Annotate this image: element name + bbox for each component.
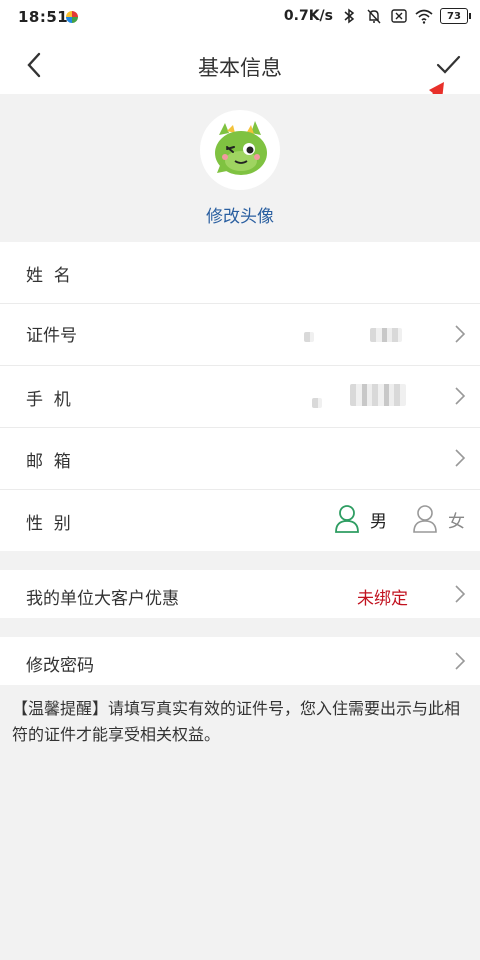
id-number-redacted <box>370 328 402 342</box>
name-row[interactable]: 姓 名 <box>0 242 480 304</box>
id-number-label: 证件号 <box>26 326 77 346</box>
name-label: 姓 名 <box>26 266 71 286</box>
gender-option-male[interactable]: 男 <box>334 504 387 534</box>
corporate-discount-row[interactable]: 我的单位大客户优惠 未绑定 <box>0 570 480 618</box>
id-number-redacted <box>304 332 314 342</box>
dragon-avatar-icon <box>215 121 267 175</box>
mute-bell-icon <box>367 9 381 24</box>
id-number-row[interactable]: 证件号 <box>0 304 480 366</box>
gender-option-female[interactable]: 女 <box>412 504 465 534</box>
email-row[interactable]: 邮 箱 <box>0 428 480 490</box>
gender-female-label: 女 <box>448 511 465 532</box>
confirm-check-icon[interactable] <box>434 50 462 78</box>
phone-redacted <box>312 398 322 408</box>
profile-form: 姓 名 证件号 手 机 邮 箱 性 别 男 女 <box>0 242 480 551</box>
corporate-status: 未绑定 <box>357 589 408 609</box>
change-password-label: 修改密码 <box>26 656 94 676</box>
phone-row[interactable]: 手 机 <box>0 366 480 428</box>
corporate-section: 我的单位大客户优惠 未绑定 <box>0 570 480 618</box>
chevron-right-icon <box>455 585 466 603</box>
male-person-icon <box>335 505 359 533</box>
network-speed: 0.7K/s <box>283 8 333 24</box>
change-password-row[interactable]: 修改密码 <box>0 637 480 685</box>
avatar-section: 修改头像 <box>0 94 480 242</box>
email-label: 邮 箱 <box>26 452 71 472</box>
chevron-right-icon <box>455 387 466 405</box>
phone-label: 手 机 <box>26 390 71 410</box>
status-bar: 18:51 0.7K/s 73 <box>0 0 480 36</box>
reminder-text: 【温馨提醒】请填写真实有效的证件号，您入住需要出示与此相符的证件才能享受相关权益… <box>12 699 461 744</box>
gender-label: 性 别 <box>26 514 71 534</box>
female-person-icon <box>413 505 437 533</box>
chevron-right-icon <box>455 652 466 670</box>
corporate-discount-label: 我的单位大客户优惠 <box>26 589 179 609</box>
password-section: 修改密码 <box>0 637 480 685</box>
chevron-right-icon <box>455 449 466 467</box>
gender-male-label: 男 <box>370 511 387 532</box>
avatar[interactable] <box>200 110 280 190</box>
app-notification-icon <box>66 11 78 23</box>
gender-row: 性 别 男 女 <box>0 490 480 551</box>
chevron-right-icon <box>455 325 466 343</box>
status-time: 18:51 <box>18 8 69 26</box>
change-avatar-link[interactable]: 修改头像 <box>0 202 480 227</box>
phone-redacted <box>350 384 406 406</box>
sim-off-icon <box>391 9 407 23</box>
wifi-icon <box>415 9 433 24</box>
page-title: 基本信息 <box>198 56 282 80</box>
bluetooth-icon <box>344 8 355 24</box>
battery-icon: 73 <box>440 8 471 24</box>
